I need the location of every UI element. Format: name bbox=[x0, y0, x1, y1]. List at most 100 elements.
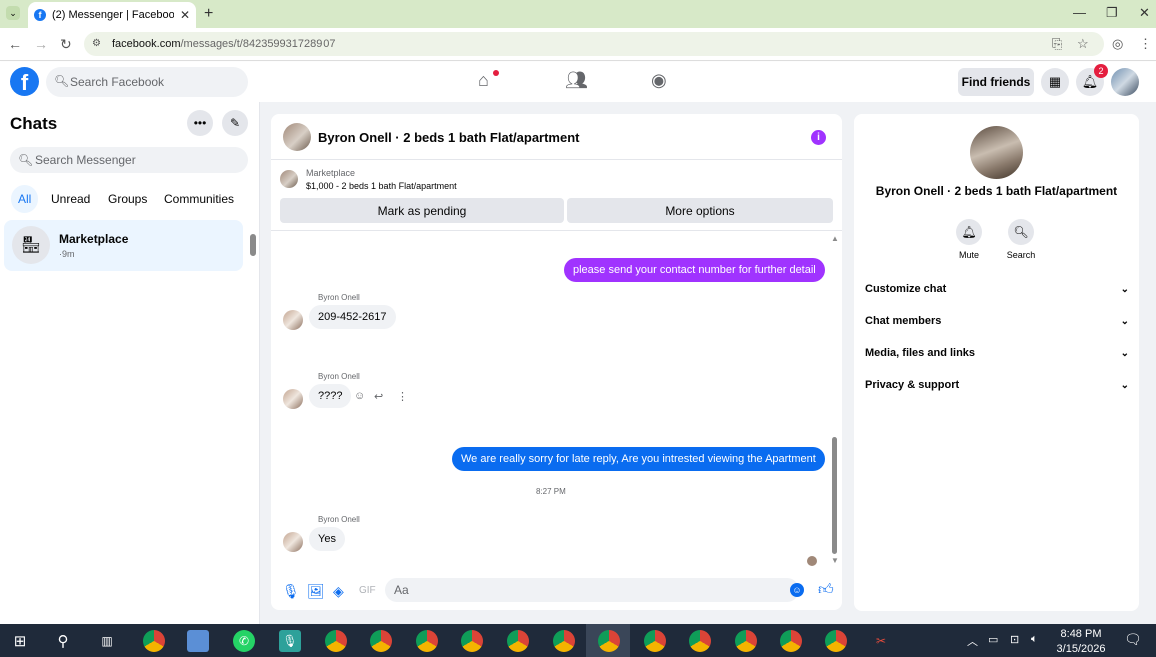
section-customize-chat[interactable]: Customize chat ⌄ bbox=[865, 279, 1129, 299]
reload-icon[interactable]: ↻ bbox=[60, 36, 72, 53]
message-bubble[interactable]: ???? bbox=[309, 384, 352, 408]
filter-all[interactable]: All bbox=[11, 185, 39, 213]
restore-icon[interactable]: ❐ bbox=[1106, 5, 1118, 21]
chrome-profile-icon[interactable] bbox=[689, 630, 711, 652]
section-media-files-links[interactable]: Media, files and links ⌄ bbox=[865, 343, 1129, 363]
chrome-profile-icon[interactable] bbox=[780, 630, 802, 652]
menu-kebab-icon[interactable]: ⋮ bbox=[1139, 36, 1152, 52]
message-bubble[interactable]: please send your contact number for furt… bbox=[564, 258, 825, 282]
chrome-profile-icon[interactable] bbox=[598, 630, 620, 652]
windows-start-icon[interactable]: ⊞ bbox=[9, 630, 31, 652]
like-thumb-icon[interactable]: 👍︎ bbox=[818, 581, 834, 599]
chrome-profile-icon[interactable] bbox=[735, 630, 757, 652]
filter-groups[interactable]: Groups bbox=[101, 185, 154, 213]
search-icon[interactable]: ⚲ bbox=[52, 630, 74, 652]
network-icon[interactable]: ⊡ bbox=[1010, 633, 1019, 646]
message-bubble[interactable]: We are really sorry for late reply, Are … bbox=[452, 447, 825, 471]
sticker-icon[interactable]: ◈ bbox=[333, 583, 344, 600]
chat-list-item[interactable]: 🏪︎ Marketplace ·9m bbox=[4, 220, 243, 271]
bell-icon: 🔔︎ bbox=[956, 219, 982, 245]
more-actions-icon[interactable]: ⋮ bbox=[397, 390, 408, 403]
chrome-profile-icon[interactable] bbox=[461, 630, 483, 652]
message-bubble[interactable]: Yes bbox=[309, 527, 345, 551]
message-bubble[interactable]: 209-452-2617 bbox=[309, 305, 396, 329]
message-input[interactable]: Aa bbox=[385, 578, 799, 602]
contact-avatar[interactable] bbox=[283, 123, 311, 151]
scroll-thumb[interactable] bbox=[832, 437, 837, 554]
install-app-icon[interactable]: ⎘ bbox=[1052, 36, 1062, 52]
chrome-profile-icon[interactable] bbox=[553, 630, 575, 652]
scroll-thumb[interactable] bbox=[250, 234, 256, 256]
mute-button[interactable]: 🔔︎ Mute bbox=[939, 219, 999, 260]
facebook-logo-icon[interactable]: f bbox=[10, 67, 39, 96]
chrome-profile-icon[interactable] bbox=[416, 630, 438, 652]
notifications-center-icon[interactable]: 🗨︎ bbox=[1124, 631, 1142, 648]
site-info-icon[interactable]: ⚙ bbox=[92, 38, 101, 49]
listing-thumbnail[interactable] bbox=[280, 170, 298, 188]
back-icon[interactable]: ← bbox=[8, 36, 22, 52]
show-hidden-icons-icon[interactable]: ︿ bbox=[967, 633, 978, 649]
more-options-icon[interactable]: ••• bbox=[187, 110, 213, 136]
contact-avatar-small[interactable] bbox=[283, 532, 303, 552]
friends-icon[interactable]: 👥︎ bbox=[565, 70, 588, 91]
emoji-icon[interactable]: ☺ bbox=[790, 583, 804, 597]
attach-image-icon[interactable]: 🖼︎ bbox=[307, 583, 325, 600]
more-options-button[interactable]: More options bbox=[567, 198, 833, 223]
contact-avatar-small[interactable] bbox=[283, 310, 303, 330]
snipping-tool-icon[interactable]: ✂ bbox=[870, 630, 892, 652]
gif-icon[interactable]: GIF bbox=[359, 585, 376, 596]
conversation-scrollbar[interactable]: ▲ ▼ bbox=[831, 234, 839, 569]
home-icon[interactable]: ⌂ bbox=[478, 70, 489, 91]
menu-grid-icon[interactable]: ▦ bbox=[1041, 68, 1069, 96]
scroll-up-arrow-icon[interactable]: ▲ bbox=[831, 234, 839, 243]
account-avatar[interactable] bbox=[1111, 68, 1139, 96]
section-chat-members[interactable]: Chat members ⌄ bbox=[865, 311, 1129, 331]
filter-communities[interactable]: Communities bbox=[157, 185, 241, 213]
close-tab-icon[interactable]: ✕ bbox=[180, 8, 190, 22]
reply-icon[interactable]: ↩ bbox=[374, 390, 383, 403]
chevron-down-icon: ⌄ bbox=[1120, 379, 1129, 391]
messenger-search-input[interactable]: 🔍︎ Search Messenger bbox=[10, 147, 248, 173]
find-friends-button[interactable]: Find friends bbox=[958, 68, 1034, 96]
chrome-profile-icon[interactable] bbox=[325, 630, 347, 652]
clock-time: 8:48 PM bbox=[1060, 628, 1102, 640]
file-explorer-icon[interactable] bbox=[187, 630, 209, 652]
tab-search-icon[interactable]: ⌄ bbox=[6, 6, 20, 20]
chrome-profile-icon[interactable] bbox=[507, 630, 529, 652]
minimize-icon[interactable]: — bbox=[1073, 5, 1086, 20]
whatsapp-icon[interactable]: ✆ bbox=[233, 630, 255, 652]
chats-sidebar: Chats ••• ✎ 🔍︎ Search Messenger All Unre… bbox=[0, 102, 260, 624]
bookmark-star-icon[interactable]: ☆ bbox=[1077, 36, 1089, 52]
forward-icon[interactable]: → bbox=[34, 36, 48, 52]
new-tab-icon[interactable]: + bbox=[204, 5, 213, 23]
battery-icon[interactable]: ▭ bbox=[988, 633, 998, 646]
filter-unread[interactable]: Unread bbox=[44, 185, 97, 213]
system-clock[interactable]: 8:48 PM 3/15/2026 bbox=[1052, 627, 1110, 657]
info-icon[interactable]: i bbox=[811, 130, 826, 145]
search-conversation-button[interactable]: 🔍︎ Search bbox=[991, 219, 1051, 260]
chevron-down-icon: ⌄ bbox=[1120, 347, 1129, 359]
contact-avatar-small[interactable] bbox=[283, 389, 303, 409]
mark-as-pending-button[interactable]: Mark as pending bbox=[280, 198, 564, 223]
facebook-search-input[interactable]: 🔍︎ Search Facebook bbox=[46, 67, 248, 97]
app-icon[interactable]: 🎙︎ bbox=[279, 630, 301, 652]
task-view-icon[interactable]: ▥ bbox=[96, 630, 118, 652]
chrome-profile-icon[interactable] bbox=[825, 630, 847, 652]
sidebar-scrollbar[interactable] bbox=[250, 222, 256, 270]
section-privacy-support[interactable]: Privacy & support ⌄ bbox=[865, 375, 1129, 395]
url-field[interactable]: ⚙ facebook.com/messages/t/8423599317289 … bbox=[84, 32, 1104, 56]
chrome-profile-icon[interactable] bbox=[644, 630, 666, 652]
conversation-title[interactable]: Byron Onell · 2 beds 1 bath Flat/apartme… bbox=[318, 130, 580, 145]
microphone-icon[interactable]: 🎙︎ bbox=[282, 583, 300, 600]
volume-icon[interactable]: 🔈︎ bbox=[1031, 633, 1038, 646]
profile-icon[interactable]: ◎ bbox=[1112, 36, 1123, 52]
new-message-icon[interactable]: ✎ bbox=[222, 110, 248, 136]
browser-tab[interactable]: f (2) Messenger | Facebook ✕ bbox=[28, 2, 196, 28]
groups-icon[interactable]: ◉ bbox=[651, 70, 667, 91]
react-emoji-icon[interactable]: ☺ bbox=[354, 390, 365, 402]
chrome-icon[interactable] bbox=[143, 630, 165, 652]
close-window-icon[interactable]: ✕ bbox=[1139, 5, 1150, 21]
listing-avatar[interactable] bbox=[970, 126, 1023, 179]
scroll-down-arrow-icon[interactable]: ▼ bbox=[831, 556, 839, 565]
chrome-profile-icon[interactable] bbox=[370, 630, 392, 652]
